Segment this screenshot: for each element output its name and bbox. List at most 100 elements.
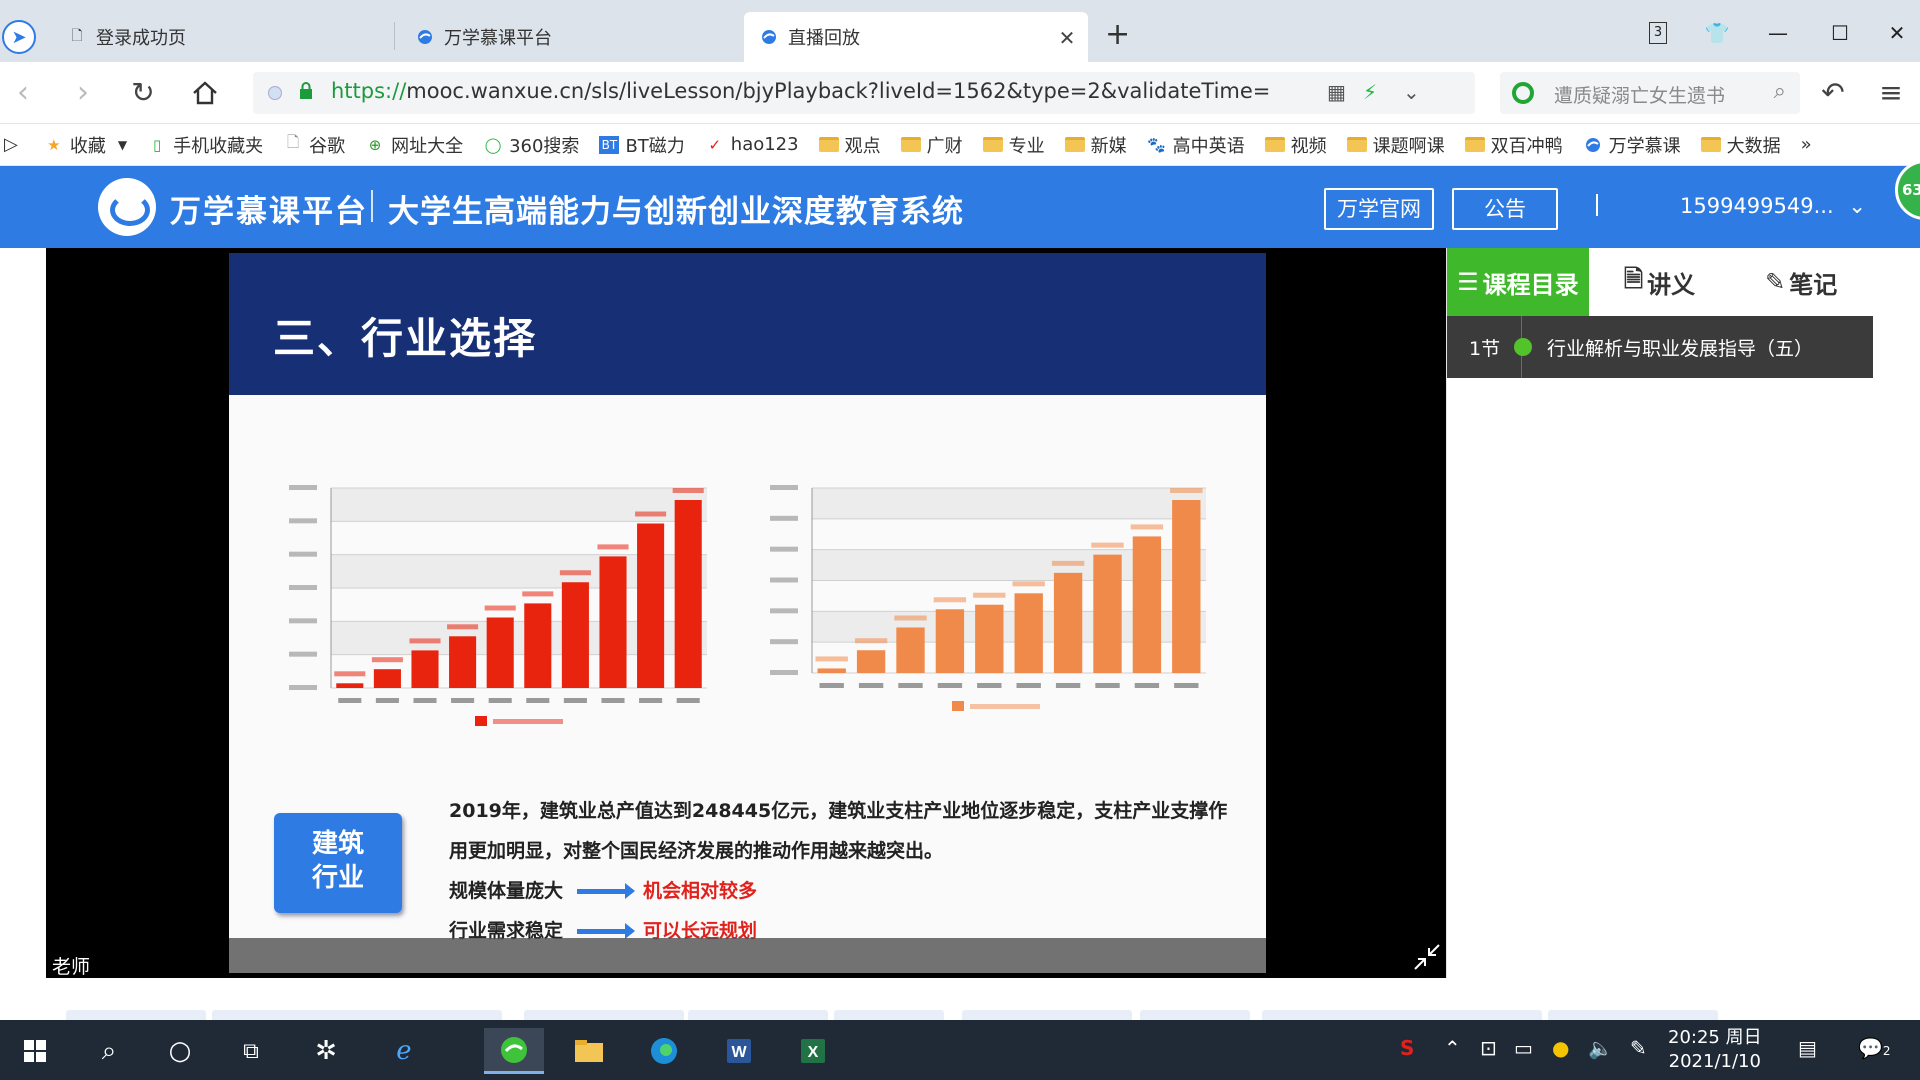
reload-button[interactable]: ↻ bbox=[126, 76, 160, 110]
bookmark-google[interactable]: 🗋 谷歌 bbox=[283, 132, 345, 158]
forward-button[interactable]: › bbox=[66, 76, 100, 110]
site-info-icon[interactable] bbox=[268, 86, 282, 100]
bookmark-mobile[interactable]: ▯ 手机收藏夹 bbox=[147, 132, 263, 158]
bookmark-english[interactable]: 🐾 高中英语 bbox=[1147, 132, 1244, 158]
word-icon[interactable]: W bbox=[716, 1028, 762, 1074]
pen-icon[interactable]: ✎ bbox=[1630, 1036, 1647, 1060]
chevron-down-icon[interactable]: ⌄ bbox=[1403, 80, 1420, 104]
hidden-chip bbox=[1262, 1010, 1542, 1020]
new-tab-button[interactable]: + bbox=[1105, 20, 1130, 50]
edge-browser-icon[interactable] bbox=[641, 1028, 687, 1074]
bookmark-folder-video[interactable]: 视频 bbox=[1264, 132, 1327, 158]
sidebar-toggle-icon[interactable]: ▷ bbox=[4, 134, 18, 155]
data-label bbox=[447, 624, 479, 630]
folder-icon bbox=[1464, 137, 1485, 152]
search-box[interactable]: 遭质疑溺亡女生遗书 ⌕ bbox=[1500, 72, 1800, 114]
video-player[interactable]: 三、行业选择 建筑 行业 2019年，建筑业总产值达到248445亿元，建筑业支… bbox=[46, 248, 1446, 978]
user-menu[interactable]: 1599499549... ⌄ bbox=[1680, 194, 1866, 218]
bookmark-folder-major[interactable]: 专业 bbox=[982, 132, 1045, 158]
chevron-up-icon[interactable]: ⌃ bbox=[1444, 1036, 1461, 1060]
data-label bbox=[484, 605, 516, 611]
bookmark-folder-guangcai[interactable]: 广财 bbox=[900, 132, 963, 158]
x-tick-label bbox=[488, 698, 512, 703]
bookmark-folder-double[interactable]: 双百冲鸭 bbox=[1464, 132, 1563, 158]
windows-start-icon[interactable] bbox=[12, 1028, 58, 1074]
notes-icon[interactable]: ▤ bbox=[1798, 1036, 1817, 1060]
x-tick-label bbox=[898, 683, 923, 688]
bookmarks-bar: ▷ ★ 收藏 ▼ ▯ 手机收藏夹 🗋 谷歌 ⊕ 网址大全 ◯ 360搜索 BT BT磁力 … bbox=[0, 124, 1920, 166]
task-view-icon[interactable]: ⧉ bbox=[228, 1028, 274, 1074]
tab-notes[interactable]: ✎ 笔记 bbox=[1730, 248, 1872, 316]
excel-icon[interactable]: X bbox=[790, 1028, 836, 1074]
volume-icon[interactable]: 🔈 bbox=[1588, 1036, 1613, 1060]
menu-icon[interactable]: ≡ bbox=[1874, 76, 1908, 110]
network-icon[interactable]: ⊡ bbox=[1480, 1036, 1497, 1060]
bar bbox=[1053, 572, 1083, 673]
wanxue-logo-icon[interactable] bbox=[98, 178, 156, 236]
url-text[interactable]: https://mooc.wanxue.cn/sls/liveLesson/bj… bbox=[331, 79, 1271, 103]
address-bar[interactable]: https://mooc.wanxue.cn/sls/liveLesson/bj… bbox=[253, 72, 1475, 114]
back-button[interactable]: ‹ bbox=[6, 76, 40, 110]
slide-frame: 三、行业选择 建筑 行业 2019年，建筑业总产值达到248445亿元，建筑业支… bbox=[229, 253, 1266, 973]
search-input[interactable]: 遭质疑溺亡女生遗书 bbox=[1554, 81, 1725, 108]
search-icon[interactable]: ⌕ bbox=[86, 1028, 132, 1074]
data-label bbox=[635, 511, 667, 517]
bookmark-folder-topics[interactable]: 课题啊课 bbox=[1346, 132, 1445, 158]
sogou-ime-icon[interactable]: S bbox=[1400, 1036, 1414, 1060]
tab-login-success[interactable]: 🗋 登录成功页 bbox=[52, 12, 392, 62]
bookmark-hao123[interactable]: ✓ hao123 bbox=[705, 134, 798, 155]
search-icon[interactable]: ⌕ bbox=[1774, 79, 1786, 104]
official-site-button[interactable]: 万学官网 bbox=[1324, 188, 1434, 230]
y-tick-label bbox=[289, 585, 317, 590]
close-window-button[interactable]: ✕ bbox=[1882, 18, 1912, 48]
system-clock[interactable]: 20:25 周日 2021/1/10 bbox=[1668, 1026, 1762, 1074]
security-icon[interactable]: ● bbox=[1552, 1036, 1569, 1060]
legend-label bbox=[493, 719, 563, 724]
shirt-icon[interactable]: 👕 bbox=[1702, 18, 1732, 48]
bar bbox=[524, 603, 552, 688]
tab-handout[interactable]: 🗎 讲义 bbox=[1589, 248, 1731, 316]
maximize-button[interactable]: ☐ bbox=[1825, 18, 1855, 48]
bookmark-bt[interactable]: BT BT磁力 bbox=[599, 132, 685, 158]
ie-browser-icon[interactable]: ℯ bbox=[381, 1028, 427, 1074]
close-tab-icon[interactable]: ✕ bbox=[1057, 28, 1077, 48]
home-button[interactable] bbox=[188, 76, 222, 110]
exit-fullscreen-icon[interactable] bbox=[1412, 942, 1442, 972]
cortana-icon[interactable]: ○ bbox=[157, 1028, 203, 1074]
more-bookmarks-icon[interactable]: » bbox=[1801, 134, 1812, 155]
lightning-icon[interactable]: ⚡ bbox=[1363, 80, 1377, 104]
minimize-button[interactable]: — bbox=[1763, 18, 1793, 48]
notification-icon[interactable]: 💬2 bbox=[1858, 1036, 1891, 1060]
battery-icon[interactable]: ▭ bbox=[1514, 1036, 1533, 1060]
x-tick-label bbox=[977, 683, 1002, 688]
qr-icon[interactable]: ▦ bbox=[1327, 80, 1346, 104]
bookmark-folder-views[interactable]: 观点 bbox=[818, 132, 881, 158]
tab-catalog[interactable]: ☰ 课程目录 bbox=[1447, 248, 1589, 316]
lesson-item[interactable]: 1节 行业解析与职业发展指导（五） bbox=[1447, 316, 1873, 378]
player-control-bar[interactable] bbox=[229, 938, 1266, 973]
tab-count-button[interactable]: 3 bbox=[1643, 18, 1673, 48]
tab-live-playback[interactable]: 直播回放 bbox=[744, 12, 1088, 62]
folder-icon bbox=[982, 137, 1003, 152]
x-tick-label bbox=[1174, 683, 1199, 688]
bookmark-wanxue[interactable]: 万学慕课 bbox=[1583, 132, 1681, 158]
tab-wanxue-platform[interactable]: 万学慕课平台 bbox=[400, 12, 740, 62]
data-label bbox=[409, 638, 441, 644]
bookmark-urls[interactable]: ⊕ 网址大全 bbox=[365, 132, 463, 158]
bookmark-folder-bigdata[interactable]: 大数据 bbox=[1700, 132, 1781, 158]
360-browser-icon[interactable] bbox=[484, 1028, 544, 1074]
y-tick-label bbox=[289, 651, 317, 657]
bookmark-folder-newmedia[interactable]: 新媒 bbox=[1064, 132, 1127, 158]
notice-button[interactable]: 公告 bbox=[1452, 188, 1558, 230]
browser-logo-icon[interactable]: ➤ bbox=[2, 20, 36, 54]
undo-close-button[interactable]: ↶ bbox=[1816, 76, 1850, 110]
file-explorer-icon[interactable] bbox=[566, 1028, 612, 1074]
wanxue-icon bbox=[1583, 136, 1603, 154]
lesson-title: 行业解析与职业发展指导（五） bbox=[1547, 338, 1814, 360]
folder-icon bbox=[818, 137, 839, 152]
bookmark-favorites[interactable]: ★ 收藏 ▼ bbox=[44, 132, 127, 158]
data-label bbox=[597, 544, 629, 550]
wanxue-icon bbox=[760, 27, 778, 47]
bookmark-360search[interactable]: ◯ 360搜索 bbox=[483, 132, 580, 158]
pinwheel-app-icon[interactable]: ✲ bbox=[303, 1028, 349, 1074]
